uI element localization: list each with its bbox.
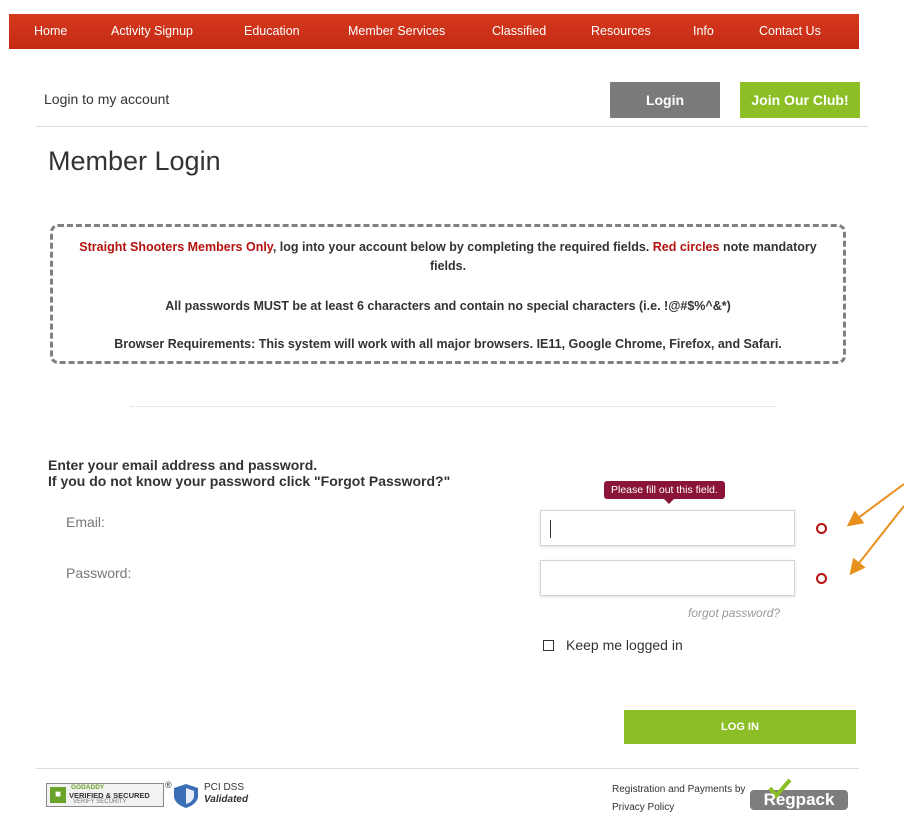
arrow-to-email — [846, 483, 904, 527]
login-button[interactable]: Login — [610, 82, 720, 118]
members-only-highlight: Straight Shooters Members Only — [79, 240, 273, 254]
email-label: Email: — [66, 514, 105, 530]
godaddy-sub-text: VERIFY SECURITY — [73, 799, 127, 805]
nav-item-resources[interactable]: Resources — [591, 24, 651, 38]
notice-password-rules: All passwords MUST be at least 6 charact… — [165, 299, 731, 313]
nav-item-member-services[interactable]: Member Services — [348, 24, 445, 38]
text-caret — [550, 520, 551, 538]
page-title: Member Login — [48, 146, 221, 176]
notice-browser-requirements: Browser Requirements: This system will w… — [114, 337, 782, 351]
email-required-indicator — [816, 523, 827, 534]
nav-item-info[interactable]: Info — [693, 24, 714, 38]
regpack-logo[interactable]: Regpack — [748, 778, 852, 812]
nav-item-education[interactable]: Education — [244, 24, 300, 38]
notice-text: , log into your account below by complet… — [272, 240, 653, 254]
password-required-indicator — [816, 573, 827, 584]
regpack-logo-text: Regpack — [764, 790, 835, 809]
instruction-line-1: Enter your email address and password. — [48, 457, 318, 473]
nav-item-activity-signup[interactable]: Activity Signup — [111, 24, 193, 38]
password-label: Password: — [66, 565, 132, 581]
notice-line-members: Straight Shooters Members Only, log into… — [65, 238, 831, 276]
keep-logged-in-checkbox[interactable] — [543, 640, 554, 651]
nav-item-home[interactable]: Home — [34, 24, 67, 38]
annotation-arrows — [846, 483, 904, 576]
privacy-policy-link[interactable]: Privacy Policy — [612, 802, 674, 813]
shield-icon — [174, 784, 198, 808]
notice-box: Straight Shooters Members Only, log into… — [50, 224, 846, 364]
instruction-line-2: If you do not know your password click "… — [48, 473, 451, 489]
registered-mark: ® — [165, 780, 172, 790]
godaddy-seal[interactable]: ■ GODADDY VERIFIED & SECURED VERIFY SECU… — [46, 783, 164, 807]
nav-item-classified[interactable]: Classified — [492, 24, 546, 38]
validation-tooltip: Please fill out this field. — [604, 481, 725, 499]
pci-validated-label: Validated — [204, 794, 249, 805]
registration-credit: Registration and Payments by — [612, 784, 746, 795]
divider — [36, 126, 868, 127]
email-field[interactable] — [540, 510, 795, 546]
join-club-button[interactable]: Join Our Club! — [740, 82, 860, 118]
pci-dss-label: PCI DSS — [204, 782, 245, 793]
log-in-submit-button[interactable]: LOG IN — [624, 710, 856, 744]
section-separator — [130, 406, 775, 407]
form-instructions: Enter your email address and password. I… — [48, 457, 450, 489]
red-circles-highlight: Red circles — [652, 240, 720, 254]
godaddy-brand: GODADDY — [71, 784, 105, 791]
tooltip-tail — [664, 499, 674, 504]
password-field[interactable] — [540, 560, 795, 596]
top-navigation-bar: Home Activity Signup Education Member Se… — [9, 14, 859, 49]
forgot-password-link[interactable]: forgot password? — [688, 606, 780, 620]
keep-logged-in-label[interactable]: Keep me logged in — [566, 637, 683, 653]
nav-item-contact-us[interactable]: Contact Us — [759, 24, 821, 38]
lock-icon: ■ — [50, 787, 66, 803]
account-label: Login to my account — [44, 91, 170, 107]
